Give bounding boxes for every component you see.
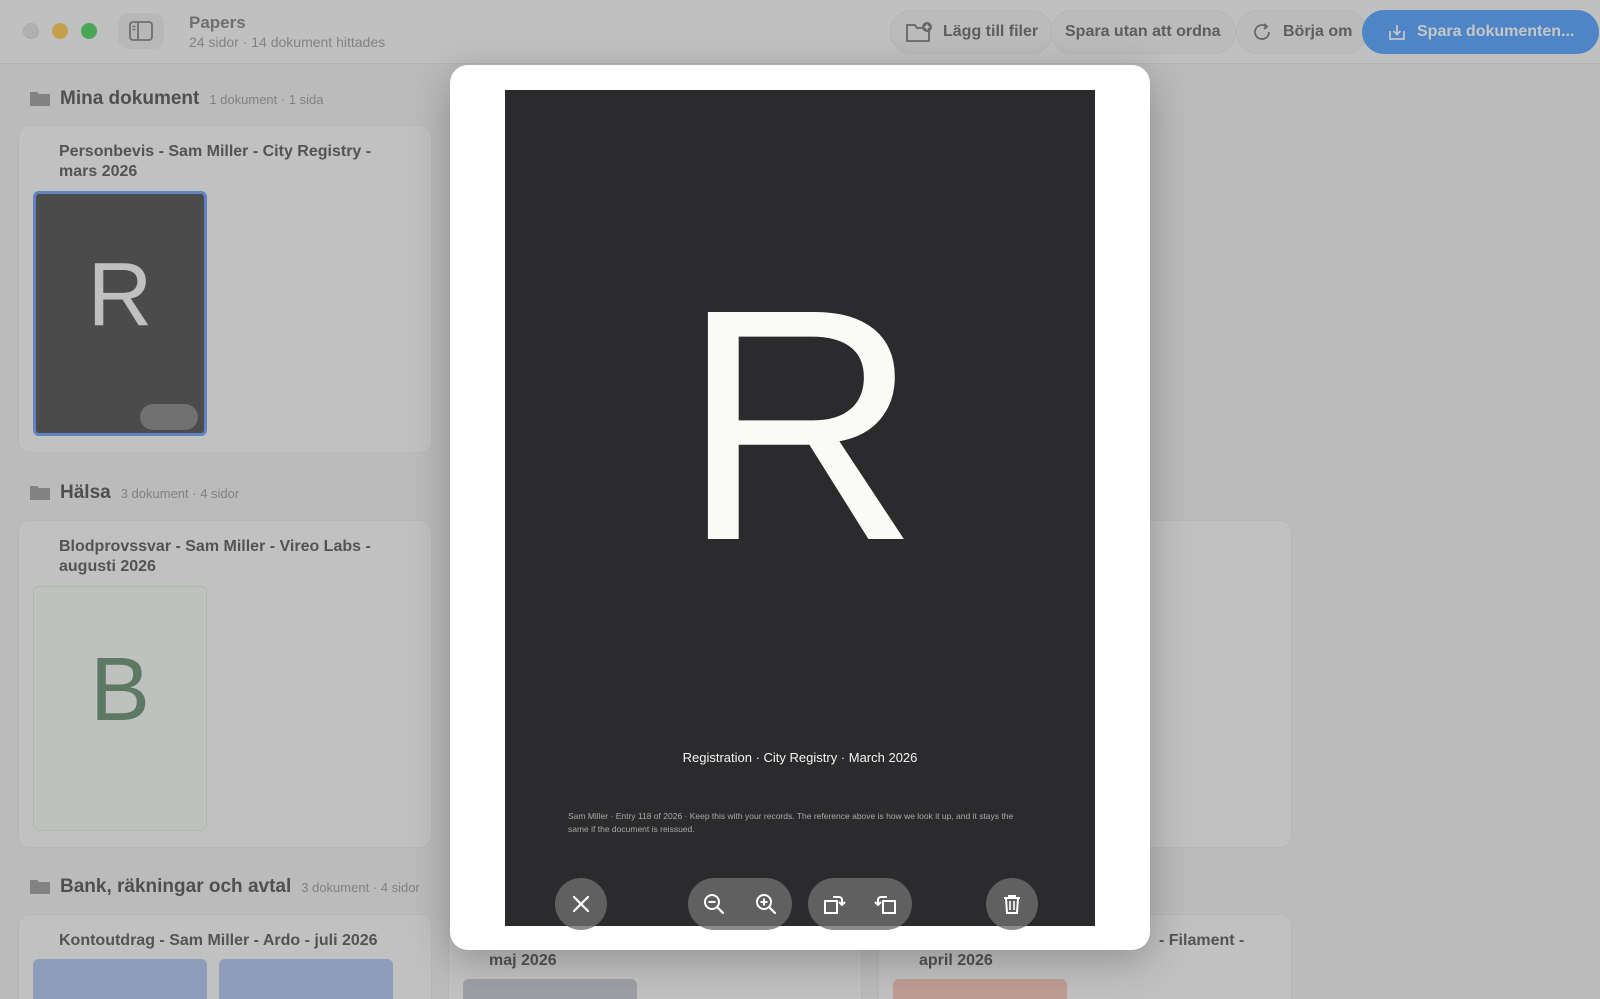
rotate-right-icon[interactable] <box>821 891 847 917</box>
preview-caption: Registration · City Registry · March 202… <box>682 750 918 765</box>
close-preview-button[interactable] <box>555 878 607 930</box>
rotate-left-icon[interactable] <box>873 891 899 917</box>
trash-icon <box>1004 895 1020 914</box>
zoom-out-icon[interactable] <box>701 891 727 917</box>
preview-note: Sam Miller · Entry 118 of 2026 · Keep th… <box>568 811 1014 834</box>
rotate-controls <box>808 878 912 930</box>
delete-page-button[interactable] <box>986 878 1038 930</box>
zoom-controls <box>688 878 792 930</box>
preview-letter: R <box>680 240 920 609</box>
zoom-in-icon[interactable] <box>753 891 779 917</box>
preview-page: R Registration · City Registry · March 2… <box>505 90 1095 926</box>
close-icon <box>572 895 590 913</box>
page-preview-modal: R Registration · City Registry · March 2… <box>450 65 1150 950</box>
